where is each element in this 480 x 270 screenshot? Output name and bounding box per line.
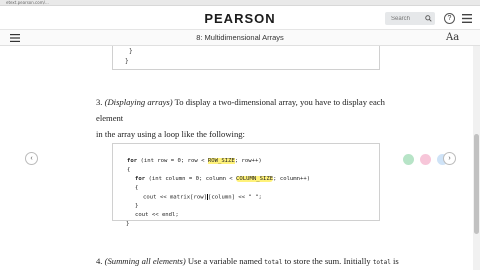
highlighted-text[interactable]: COLUMN_SIZE <box>236 176 274 182</box>
step-number: 4. <box>96 256 103 266</box>
top-header: PEARSON ? <box>0 6 480 30</box>
code-line: } <box>126 221 130 227</box>
code-text: [column] << " "; <box>208 194 262 201</box>
font-size-icon[interactable]: Aa <box>446 32 459 43</box>
step-number: 3. <box>96 97 103 107</box>
highlight-color-pink[interactable] <box>420 154 431 165</box>
step-3-paragraph: 3. (Displaying arrays) To display a two-… <box>96 94 396 142</box>
code-text: ; row++) <box>234 158 262 164</box>
chapter-bar: 8: Multidimensional Arrays Aa <box>0 30 480 46</box>
step-heading: (Summing all elements) <box>104 256 186 266</box>
help-icon[interactable]: ? <box>444 13 455 24</box>
code-brace: } <box>129 48 133 55</box>
highlighted-text[interactable]: ROW_SIZE <box>207 158 235 164</box>
code-line: { <box>127 167 131 173</box>
page-scrollbar[interactable] <box>473 46 480 270</box>
step-text: Use a variable named <box>185 256 265 266</box>
code-keyword: for <box>127 158 138 164</box>
previous-code-block: } } <box>112 46 380 70</box>
code-var: total <box>264 259 283 266</box>
search-input[interactable] <box>385 12 423 25</box>
code-line: cout << matrix[row][column] << " "; <box>143 194 262 201</box>
code-block: for (int row = 0; row < ROW_SIZE; row++)… <box>112 143 380 221</box>
next-page-button[interactable]: › <box>443 152 456 165</box>
code-var: total <box>372 259 391 266</box>
step-text: to store the sum. Initially <box>282 256 373 266</box>
step-4-paragraph: 4. (Summing all elements) Use a variable… <box>96 253 399 270</box>
previous-page-button[interactable]: ‹ <box>25 152 38 165</box>
search-box[interactable] <box>385 12 435 25</box>
scrollbar-thumb[interactable] <box>474 134 479 234</box>
search-icon[interactable] <box>425 15 432 22</box>
chapter-title: 8: Multidimensional Arrays <box>196 33 284 42</box>
highlight-color-green[interactable] <box>403 154 414 165</box>
step-text: is <box>390 256 399 266</box>
step-heading: (Displaying arrays) <box>104 97 173 107</box>
code-keyword: for <box>135 176 146 182</box>
code-text: ; column++) <box>273 176 311 182</box>
step-text-line2: in the array using a loop like the follo… <box>96 129 245 139</box>
code-text: (int row = 0; row < <box>137 158 208 164</box>
code-line: cout << endl; <box>135 212 179 218</box>
code-line: for (int row = 0; row < ROW_SIZE; row++) <box>127 158 262 164</box>
code-brace: } <box>125 58 129 65</box>
account-menu-icon[interactable] <box>462 14 472 23</box>
code-text: cout << matrix[row] <box>143 194 207 201</box>
code-line: } <box>135 203 139 209</box>
code-line: for (int column = 0; column < COLUMN_SIZ… <box>135 176 310 182</box>
code-text: (int column = 0; column < <box>145 176 237 182</box>
code-line: { <box>135 185 139 191</box>
